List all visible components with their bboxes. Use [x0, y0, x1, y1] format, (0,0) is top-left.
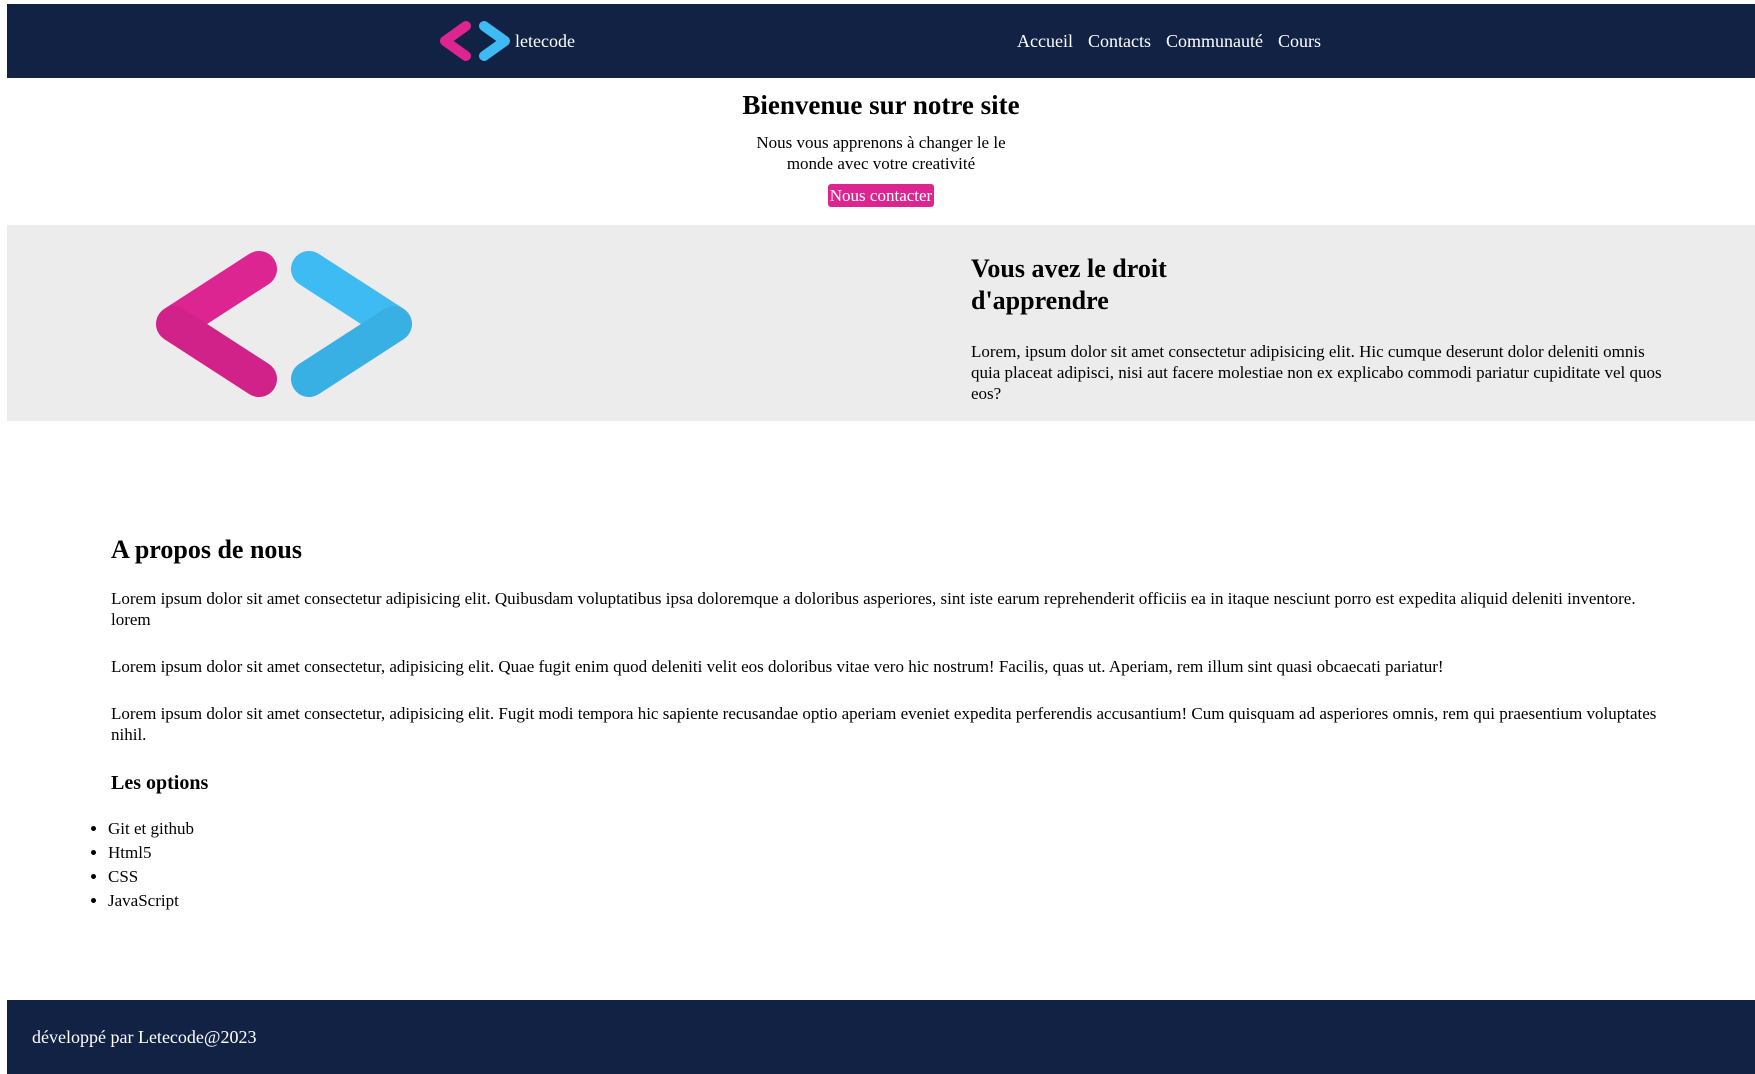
brand-link[interactable]: letecode — [437, 20, 575, 62]
nav-link-contacts[interactable]: Contacts — [1088, 30, 1151, 52]
list-item: Html5 — [108, 841, 194, 865]
site-header: letecode Accueil Contacts Communauté Cou… — [7, 4, 1755, 78]
site-footer: développé par Letecode@2023 — [7, 1000, 1755, 1074]
footer-credit: développé par Letecode@2023 — [32, 1027, 257, 1047]
options-title: Les options — [111, 772, 209, 794]
band-text: Vous avez le droit d'apprendre Lorem, ip… — [971, 253, 1671, 404]
band-paragraph: Lorem, ipsum dolor sit amet consectetur … — [971, 342, 1662, 403]
about-title: A propos de nous — [111, 535, 302, 564]
options-list: Git et github Html5 CSS JavaScript — [63, 817, 194, 913]
nav-link-communaute[interactable]: Communauté — [1166, 30, 1263, 52]
brand-name: letecode — [515, 30, 575, 51]
welcome-title: Bienvenue sur notre site — [742, 90, 1020, 120]
code-brackets-logo-icon — [440, 21, 510, 61]
code-brackets-illustration-icon — [156, 251, 412, 397]
nav-link-accueil[interactable]: Accueil — [1017, 30, 1073, 52]
page: letecode Accueil Contacts Communauté Cou… — [7, 4, 1755, 1074]
welcome-section: Bienvenue sur notre site Nous vous appre… — [7, 88, 1755, 207]
about-paragraph: Lorem ipsum dolor sit amet consectetur, … — [111, 657, 1444, 676]
welcome-subtitle: Nous vous apprenons à changer le le mond… — [756, 133, 1006, 173]
learn-band: Vous avez le droit d'apprendre Lorem, ip… — [7, 225, 1755, 421]
band-title: Vous avez le droit d'apprendre — [971, 254, 1167, 315]
list-item: JavaScript — [108, 889, 194, 913]
contact-button[interactable]: Nous contacter — [827, 184, 935, 207]
about-paragraph: Lorem ipsum dolor sit amet consectetur, … — [111, 704, 1657, 744]
about-paragraph: Lorem ipsum dolor sit amet consectetur a… — [111, 589, 1636, 629]
list-item: Git et github — [108, 817, 194, 841]
nav-link-cours[interactable]: Cours — [1278, 30, 1321, 52]
list-item: CSS — [108, 865, 194, 889]
about-section: A propos de nous Lorem ipsum dolor sit a… — [111, 534, 1671, 795]
main-nav: Accueil Contacts Communauté Cours — [1017, 30, 1321, 52]
